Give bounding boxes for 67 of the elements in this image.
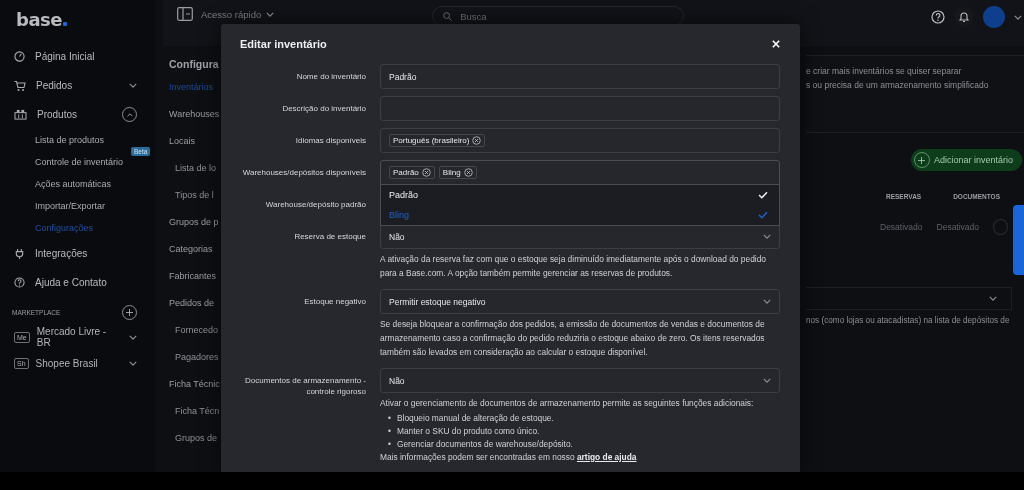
sidebar-item[interactable]: Pedidos xyxy=(14,71,155,100)
field-label: Documentos de armazenamento - controle rigoroso xyxy=(244,375,366,398)
select-field[interactable]: Permitir estoque negativo xyxy=(380,289,780,314)
settings-nav-subitem[interactable]: Fornecedo xyxy=(175,325,219,352)
warehouse-chip[interactable]: Padrão xyxy=(389,166,435,179)
account-label: Shopee Brasil xyxy=(35,357,99,369)
sidebar-subitem[interactable]: Lista de produtos xyxy=(35,129,105,151)
field-label: Descrição do inventário xyxy=(281,103,366,115)
field-label: Warehouse/depósito padrão xyxy=(264,199,366,211)
table-cell: Desativado xyxy=(880,222,923,232)
help-link[interactable]: artigo de ajuda xyxy=(576,452,637,462)
bullet-text: Gerenciar documentos de warehouse/depósito. xyxy=(396,438,573,451)
bullet-mark: • xyxy=(388,412,391,425)
settings-nav-item[interactable]: Locais xyxy=(169,136,195,163)
field-label: Idiomas disponíveis xyxy=(294,135,366,147)
sidebar-item[interactable]: Produtos xyxy=(14,100,155,129)
settings-nav-item[interactable]: Warehouses xyxy=(169,109,220,136)
text-field[interactable]: Padrão xyxy=(380,64,780,89)
dialog-title: Editar inventário xyxy=(240,38,327,50)
bullet-text: Manter o SKU do produto como único. xyxy=(396,425,540,438)
sidebar-subitem[interactable]: Ações automáticas xyxy=(35,173,112,195)
bullet-text: Bloqueio manual de alteração de estoque. xyxy=(396,412,554,425)
bullet-mark: • xyxy=(388,438,391,451)
info-text: nos (como lojas ou atacadistas) na lista de depósitos de xyxy=(806,316,1011,325)
sidebar-label: Página Inicial xyxy=(35,51,96,62)
sidebar-subitem[interactable]: Importar/Exportar xyxy=(35,195,106,217)
select-field[interactable]: Não xyxy=(380,224,780,249)
settings-nav-subitem[interactable]: Tipos de l xyxy=(175,190,214,217)
account-label: Mercado Livre - BR xyxy=(36,326,108,348)
table-cell: Desativado xyxy=(936,222,980,232)
logo-text: base xyxy=(16,10,62,30)
sidebar-label: Produtos xyxy=(37,109,79,120)
settings-nav-subitem[interactable]: Pagadores xyxy=(175,352,219,379)
tag-field[interactable]: Português (brasileiro) xyxy=(380,128,780,153)
sidebar-label: Ajuda e Contato xyxy=(35,277,108,288)
info-text: e criar mais inventários se quiser separar xyxy=(806,65,963,78)
sidebar-item[interactable]: Ajuda e Contato xyxy=(14,268,155,297)
settings-nav-subitem[interactable]: Grupos de xyxy=(175,433,218,460)
field-label: Estoque negativo xyxy=(303,296,366,308)
settings-nav-item[interactable]: Grupos de p xyxy=(169,217,219,244)
multiselect-field[interactable]: Padrão Bling xyxy=(380,160,780,185)
help-text: Se deseja bloquear a confirmação dos pedidos, a emissão de documentos de vendas e documentos de armazenamento caso a confirmação do pedido reduziria o estoque abaixo de zero. Os itens reservados também são levados em consideração ao calcular o estoque disponível. xyxy=(380,318,766,359)
field-label: Reserva de estoque xyxy=(293,231,366,243)
settings-nav-item[interactable]: Pedidos de xyxy=(169,298,215,325)
settings-nav-subitem[interactable]: Ficha Técn xyxy=(175,406,220,433)
select-field[interactable]: Não xyxy=(380,368,780,393)
warehouse-chip[interactable]: Bling xyxy=(438,166,477,179)
settings-nav-item[interactable]: Categorias xyxy=(169,244,213,271)
settings-nav-item[interactable]: Fabricantes xyxy=(169,271,217,298)
sidebar-item[interactable]: Integrações xyxy=(14,239,155,268)
sidebar-label: Integrações xyxy=(35,248,89,259)
language-chip[interactable]: Português (brasileiro) xyxy=(389,134,486,147)
bullet-mark: • xyxy=(388,425,391,438)
dropdown-option[interactable]: Padrão xyxy=(381,185,779,205)
help-text: Mais informações podem ser encontradas em nosso xyxy=(380,452,575,462)
page-title: Configura xyxy=(169,58,219,70)
sidebar-item[interactable]: Página Inicial xyxy=(14,42,155,71)
info-text: s ou precisa de um armazenamento simplificado xyxy=(806,79,990,92)
help-text: Ativar o gerenciamento de documentos de armazenamento permite as seguintes funções adicionais: xyxy=(380,397,755,410)
sidebar-label: Pedidos xyxy=(36,80,74,91)
field-label: Nome do inventário xyxy=(295,71,366,83)
field-label: Warehouses/depósitos disponíveis xyxy=(241,167,366,179)
quick-access-menu[interactable]: Acesso rápido xyxy=(201,9,275,20)
help-text: A ativação da reserva faz com que o estoque seja diminuído imediatamente após o download do pedido para a Base.com. A opção também permite gerenciar as reservas de produtos. xyxy=(380,253,767,280)
settings-nav-subitem[interactable]: Lista de lo xyxy=(175,163,217,190)
add-inventory-button[interactable]: Adicionar inventário xyxy=(910,149,1022,171)
settings-nav-item[interactable]: Ficha Técnic xyxy=(169,379,220,406)
